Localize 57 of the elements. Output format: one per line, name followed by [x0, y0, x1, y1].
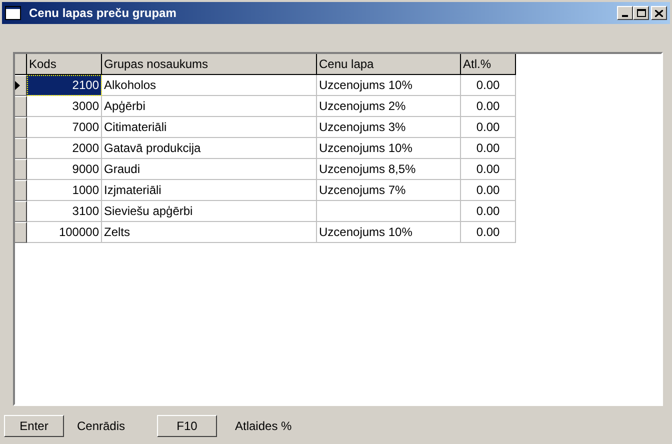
table-cell: Citimateriāli	[102, 117, 317, 138]
maximize-icon	[636, 9, 646, 17]
row-selector[interactable]	[15, 180, 27, 201]
table-cell: Uzcenojums 8,5%	[317, 159, 461, 180]
close-button[interactable]	[651, 6, 667, 20]
table-cell: Uzcenojums 3%	[317, 117, 461, 138]
maximize-button[interactable]	[633, 6, 649, 20]
table-cell: 1000	[27, 180, 102, 201]
shortcut-button[interactable]: F10	[157, 415, 217, 437]
table-cell: Zelts	[102, 222, 317, 243]
row-selector[interactable]	[15, 159, 27, 180]
current-row-icon	[15, 81, 20, 90]
table-cell: 0.00	[461, 117, 516, 138]
shortcut-button[interactable]: Enter	[4, 415, 64, 437]
table-cell: 3100	[27, 201, 102, 222]
header-corner	[15, 54, 27, 75]
shortcut-label: Cenrādis	[77, 418, 126, 435]
table-cell: Graudi	[102, 159, 317, 180]
table-cell: Uzcenojums 10%	[317, 222, 461, 243]
table-cell: 2100	[27, 75, 102, 96]
table-cell: 0.00	[461, 75, 516, 96]
close-icon	[655, 10, 663, 16]
shortcut-label: Atlaides %	[235, 418, 292, 435]
table-cell: 0.00	[461, 96, 516, 117]
table-cell: Uzcenojums 10%	[317, 75, 461, 96]
table-cell: 0.00	[461, 222, 516, 243]
table-cell: 0.00	[461, 159, 516, 180]
column-header[interactable]: Atl.%	[461, 54, 516, 75]
table-cell: 0.00	[461, 138, 516, 159]
row-selector[interactable]	[15, 222, 27, 243]
table-cell: 3000	[27, 96, 102, 117]
column-header[interactable]: Grupas nosaukums	[102, 54, 317, 75]
table-cell: Uzcenojums 10%	[317, 138, 461, 159]
table-cell: Izjmateriāli	[102, 180, 317, 201]
column-header[interactable]: Kods	[27, 54, 102, 75]
table-cell: Uzcenojums 7%	[317, 180, 461, 201]
row-selector[interactable]	[15, 96, 27, 117]
table-cell: 2000	[27, 138, 102, 159]
row-selector[interactable]	[15, 117, 27, 138]
column-header[interactable]: Cenu lapa	[317, 54, 461, 75]
window-title: Cenu lapas preču grupam	[29, 5, 178, 22]
table-cell: 100000	[27, 222, 102, 243]
row-selector[interactable]	[15, 138, 27, 159]
table-cell: 9000	[27, 159, 102, 180]
table-cell: Apģērbi	[102, 96, 317, 117]
table-cell: 0.00	[461, 201, 516, 222]
table-cell: Alkoholos	[102, 75, 317, 96]
table-cell: 7000	[27, 117, 102, 138]
minimize-icon	[622, 15, 628, 17]
table-cell: Gatavā produkcija	[102, 138, 317, 159]
row-selector[interactable]	[15, 75, 27, 96]
minimize-button[interactable]	[617, 6, 633, 20]
window-icon	[5, 6, 21, 20]
table-cell: Sieviešu apģērbi	[102, 201, 317, 222]
row-selector[interactable]	[15, 201, 27, 222]
table-cell: Uzcenojums 2%	[317, 96, 461, 117]
table-cell: 0.00	[461, 180, 516, 201]
